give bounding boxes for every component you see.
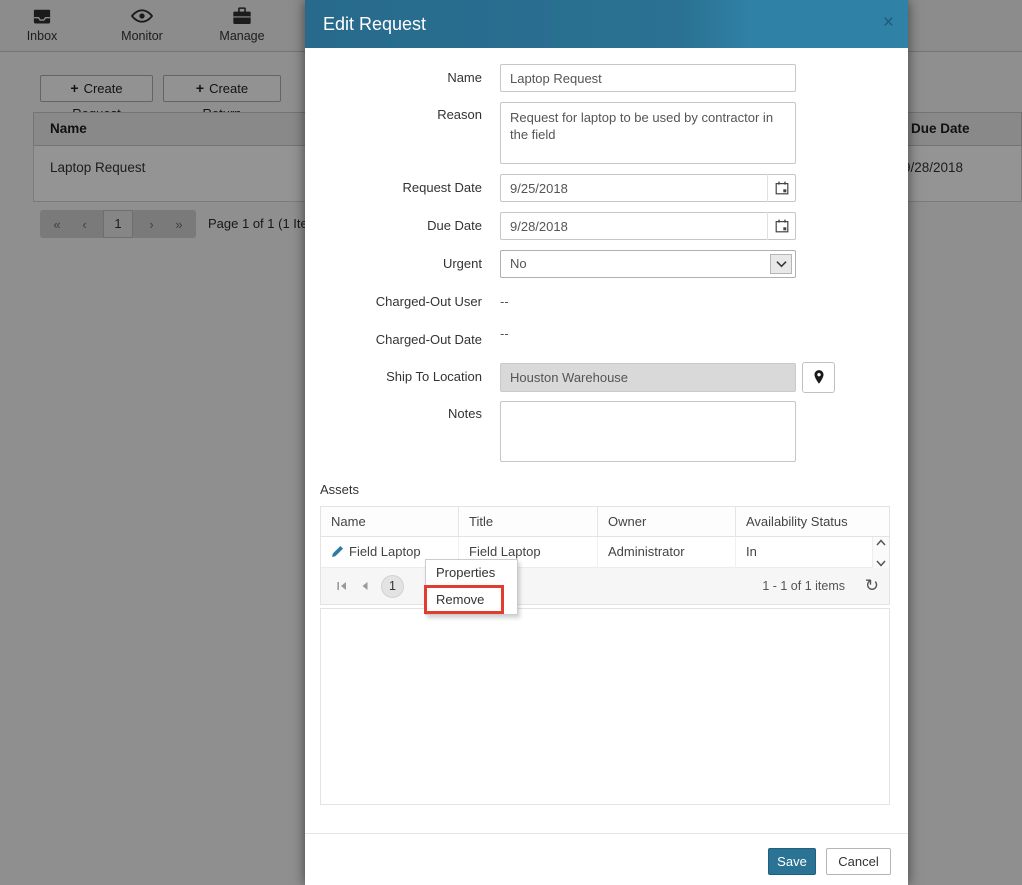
assets-page-number-button[interactable]: 1 xyxy=(381,574,404,598)
refresh-icon[interactable]: ↻ xyxy=(865,576,879,596)
asset-owner-cell: Administrator xyxy=(598,537,736,568)
location-pin-button[interactable] xyxy=(802,362,835,393)
scroll-up-icon[interactable] xyxy=(876,533,886,551)
modal-header: Edit Request × xyxy=(305,0,908,48)
screen: Inbox Monitor Manage +Create Request +Cr… xyxy=(0,0,1022,885)
save-button[interactable]: Save xyxy=(768,848,816,875)
due-date-label: Due Date xyxy=(427,218,482,233)
grid-scrollbar[interactable] xyxy=(872,537,889,568)
request-date-label: Request Date xyxy=(402,180,483,195)
assets-grid-empty-area xyxy=(320,608,890,805)
calendar-icon[interactable] xyxy=(767,212,796,240)
urgent-label: Urgent xyxy=(442,256,482,271)
edit-request-modal: Edit Request × Name Reason Request for l… xyxy=(305,0,908,885)
ship-to-location-label: Ship To Location xyxy=(386,369,482,384)
assets-column-name[interactable]: Name xyxy=(321,507,459,537)
modal-title: Edit Request xyxy=(323,14,427,34)
name-label: Name xyxy=(447,70,482,85)
calendar-icon[interactable] xyxy=(767,174,796,202)
asset-availability-cell: In xyxy=(746,544,757,559)
charged-out-user-label: Charged-Out User xyxy=(375,294,482,309)
urgent-select[interactable]: No xyxy=(500,250,796,278)
notes-textarea[interactable] xyxy=(500,401,796,462)
due-date-input[interactable] xyxy=(500,212,796,240)
asset-name-text: Field Laptop xyxy=(349,544,421,559)
assets-column-availability[interactable]: Availability Status xyxy=(736,507,874,537)
reason-label: Reason xyxy=(437,107,482,122)
assets-column-owner[interactable]: Owner xyxy=(598,507,736,537)
assets-previous-page-icon[interactable] xyxy=(353,575,375,597)
context-menu-item-remove[interactable]: Remove xyxy=(426,587,517,614)
modal-footer: Save Cancel xyxy=(305,833,908,885)
asset-context-menu: Properties Remove xyxy=(424,559,518,615)
assets-pager: 1 1 - 1 of 1 items ↻ xyxy=(321,568,889,604)
reason-textarea[interactable]: Request for laptop to be used by contrac… xyxy=(500,102,796,164)
charged-out-date-label: Charged-Out Date xyxy=(375,332,482,347)
asset-row[interactable]: Field Laptop Field Laptop Administrator … xyxy=(321,537,889,568)
chevron-down-icon xyxy=(770,254,792,274)
close-icon[interactable]: × xyxy=(883,0,894,46)
assets-first-page-icon[interactable] xyxy=(331,575,353,597)
urgent-selected-value: No xyxy=(510,256,527,271)
assets-column-title[interactable]: Title xyxy=(459,507,598,537)
charged-out-user-value: -- xyxy=(500,294,509,309)
request-date-input[interactable] xyxy=(500,174,796,202)
notes-label: Notes xyxy=(448,406,482,421)
pencil-icon[interactable] xyxy=(331,544,349,559)
ship-to-location-input xyxy=(500,363,796,392)
assets-section-label: Assets xyxy=(320,482,360,497)
context-menu-item-properties[interactable]: Properties xyxy=(426,560,517,587)
charged-out-date-value: -- xyxy=(500,326,509,341)
assets-pager-status: 1 - 1 of 1 items xyxy=(762,579,845,593)
assets-grid-header: Name Title Owner Availability Status xyxy=(321,507,889,537)
cancel-button[interactable]: Cancel xyxy=(826,848,891,875)
assets-grid: Name Title Owner Availability Status Fie… xyxy=(320,506,890,605)
name-input[interactable] xyxy=(500,64,796,92)
